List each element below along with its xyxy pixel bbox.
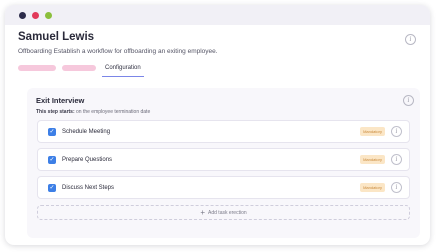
title-bar [5, 5, 430, 25]
page-title: Samuel Lewis [18, 31, 95, 43]
panel-title: Exit Interview [36, 96, 85, 105]
task-row[interactable]: ✓ Prepare Questions Mandatory i [37, 148, 410, 171]
mandatory-badge: Mandatory [360, 183, 385, 192]
window-close-button[interactable] [19, 11, 26, 19]
info-icon[interactable]: i [391, 154, 402, 165]
add-task-label: Add task erection [208, 209, 247, 216]
checkbox-checked-icon[interactable]: ✓ [48, 155, 56, 164]
app-window: Samuel Lewis Offboarding Establish a wor… [5, 5, 430, 245]
info-icon[interactable]: i [403, 95, 414, 106]
info-icon[interactable]: i [391, 126, 402, 137]
task-label: Prepare Questions [62, 156, 113, 163]
step-prefix: This step starts: [36, 109, 75, 115]
tab-configuration[interactable]: Configuration [102, 65, 144, 77]
tab-bar: Configuration [18, 65, 144, 77]
mandatory-badge: Mandatory [360, 127, 385, 136]
task-label: Schedule Meeting [62, 128, 111, 135]
plus-icon: + [200, 207, 206, 217]
task-row[interactable]: ✓ Discuss Next Steps Mandatory i [37, 176, 410, 199]
step-description: on the employee termination date [74, 109, 151, 115]
tab-placeholder-1[interactable] [18, 65, 56, 71]
checkbox-checked-icon[interactable]: ✓ [48, 127, 56, 136]
mandatory-badge: Mandatory [360, 155, 385, 164]
task-row[interactable]: ✓ Schedule Meeting Mandatory i [37, 120, 410, 143]
window-zoom-button[interactable] [45, 11, 52, 19]
info-icon[interactable]: i [391, 182, 402, 193]
page-subtitle: Offboarding Establish a workflow for off… [18, 48, 218, 55]
info-icon[interactable]: i [405, 34, 416, 45]
exit-interview-panel: Exit Interview This step starts: on the … [27, 88, 420, 238]
add-task-button[interactable]: + Add task erection [37, 205, 410, 220]
window-minimize-button[interactable] [32, 11, 39, 19]
step-start-text: This step starts: on the employee termin… [36, 109, 150, 115]
tab-placeholder-2[interactable] [62, 65, 96, 71]
checkbox-checked-icon[interactable]: ✓ [48, 183, 56, 192]
page-header: Samuel Lewis Offboarding Establish a wor… [18, 31, 420, 55]
task-label: Discuss Next Steps [62, 184, 115, 191]
